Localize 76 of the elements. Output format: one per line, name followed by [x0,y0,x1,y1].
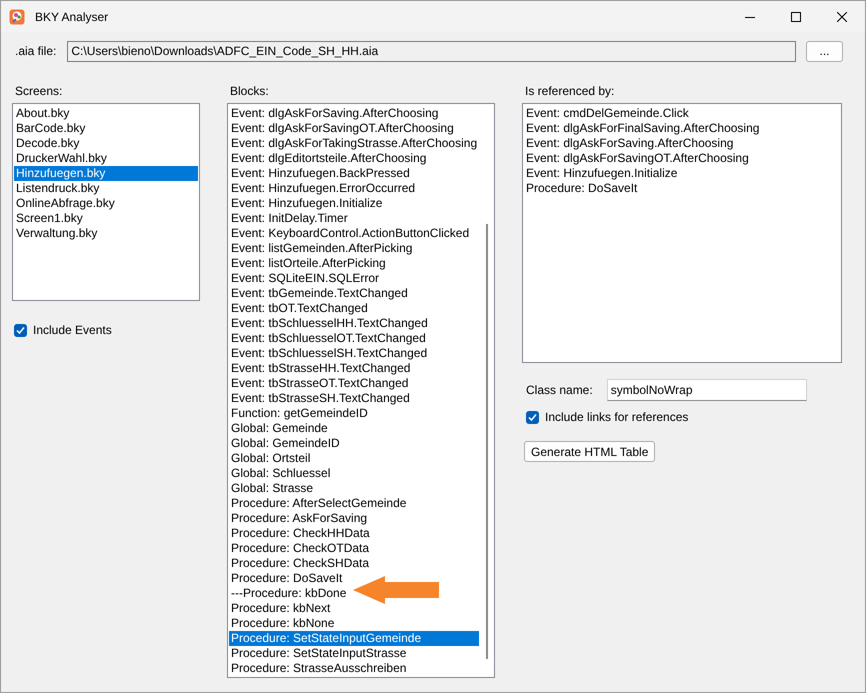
list-item[interactable]: Verwaltung.bky [14,226,198,241]
scrollbar-thumb[interactable] [486,224,488,659]
list-item[interactable]: Event: listOrteile.AfterPicking [229,256,480,271]
list-item[interactable]: Global: Gemeinde [229,421,480,436]
list-item[interactable]: OnlineAbfrage.bky [14,196,198,211]
generate-button[interactable]: Generate HTML Table [524,441,656,462]
list-item[interactable]: Event: Hinzufuegen.BackPressed [229,166,480,181]
list-item[interactable]: Event: KeyboardControl.ActionButtonClicked [229,226,480,241]
list-item[interactable]: Procedure: DoSaveIt [229,571,480,586]
list-item[interactable]: Event: tbStrasseSH.TextChanged [229,391,480,406]
list-item[interactable]: Global: Schluessel [229,466,480,481]
list-item[interactable]: Function: getGemeindeID [229,406,480,421]
list-item[interactable]: Decode.bky [14,136,198,151]
checkbox-label: Include links for references [545,410,688,424]
list-item[interactable]: Event: tbSchluesselHH.TextChanged [229,316,480,331]
checkbox[interactable] [526,410,539,424]
list-item[interactable]: Event: listGemeinden.AfterPicking [229,241,480,256]
list-item[interactable]: Event: tbSchluesselSH.TextChanged [229,346,480,361]
section-label: Screens: [15,84,64,100]
list-item[interactable]: BarCode.bky [14,121,198,136]
list-item[interactable]: Event: dlgAskForSaving.AfterChoosing [229,106,480,121]
list-item[interactable]: Event: dlgAskForTakingStrasse.AfterChoosing [229,136,480,151]
list-item[interactable]: Event: dlgEditortsteile.AfterChoosing [229,151,480,166]
list-item[interactable]: Procedure: kbNext [229,601,480,616]
list-item[interactable]: Listendruck.bky [14,181,198,196]
class-name-field[interactable]: symbolNoWrap [606,379,807,401]
list-item[interactable]: Procedure: CheckHHData [229,526,480,541]
list-item[interactable]: Event: dlgAskForSaving.AfterChoosing [524,136,840,151]
list-item[interactable]: Event: tbStrasseHH.TextChanged [229,361,480,376]
list-item[interactable]: Procedure: SetStateInputStrasse [229,646,480,661]
list-item[interactable]: Event: tbOT.TextChanged [229,301,480,316]
list-item[interactable]: Screen1.bky [14,211,198,226]
list-item[interactable]: Global: Ortsteil [229,451,480,466]
section-label: Blocks: [230,84,270,100]
file-path-field[interactable]: C:\Users\bieno\Downloads\ADFC_EIN_Code_SH_HH.aia [67,40,796,62]
checkbox-label: Include Events [33,323,112,337]
list-item[interactable]: Procedure: CheckSHData [229,556,480,571]
list-item[interactable]: Global: Strasse [229,481,480,496]
field-label: .aia file: [15,44,56,58]
list-item[interactable]: Event: tbSchluesselOT.TextChanged [229,331,480,346]
list-item[interactable]: Procedure: AfterSelectGemeinde [229,496,480,511]
list-item[interactable]: Procedure: StrasseAusschreiben [229,661,480,676]
list-item[interactable]: Event: Hinzufuegen.Initialize [524,166,840,181]
checkbox[interactable] [14,324,27,336]
list-box[interactable]: Event: cmdDelGemeinde.Click Event: dlgAskForFinalSaving.AfterChoosing Event: dlgAskForSaving.AfterChoosing Event: dlgAskForSavingOT.AfterChoosing Event: Hinzufuegen.Initialize Procedure: DoSaveIt [522,103,842,363]
close-icon [837,12,847,22]
app-icon [9,8,25,24]
list-item[interactable]: DruckerWahl.bky [14,151,198,166]
list-item[interactable]: Procedure: kbNone [229,616,480,631]
list-item[interactable]: Event: dlgAskForSavingOT.AfterChoosing [524,151,840,166]
checkmark-icon [16,326,25,334]
list-item[interactable]: Hinzufuegen.bky [14,166,198,181]
list-item[interactable]: Event: dlgAskForSavingOT.AfterChoosing [229,121,480,136]
list-item[interactable]: Event: SQLiteEIN.SQLError [229,271,480,286]
list-item[interactable]: Event: InitDelay.Timer [229,211,480,226]
list-box[interactable] [227,103,495,678]
list-item[interactable]: Event: cmdDelGemeinde.Click [524,106,840,121]
checkmark-icon [528,412,537,422]
list-item[interactable]: Procedure: CheckOTData [229,541,480,556]
browse-button[interactable]: ... [806,40,843,62]
list-item[interactable]: ---Procedure: kbDone [229,586,480,601]
list-item[interactable]: Procedure: SetStateInputGemeinde [229,631,480,646]
list-item[interactable]: Event: tbStrasseOT.TextChanged [229,376,480,391]
window-title: BKY Analyser [35,10,110,24]
list-item[interactable]: Procedure: AskForSaving [229,511,480,526]
list-item[interactable]: Global: GemeindeID [229,436,480,451]
list-item[interactable]: Event: Hinzufuegen.ErrorOccurred [229,181,480,196]
list-item[interactable]: Event: tbGemeinde.TextChanged [229,286,480,301]
list-item[interactable]: About.bky [14,106,198,121]
field-label: Class name: [526,383,593,397]
list-item[interactable]: Event: dlgAskForFinalSaving.AfterChoosing [524,121,840,136]
list-item[interactable]: Event: Hinzufuegen.Initialize [229,196,480,211]
list-item[interactable]: Procedure: DoSaveIt [524,181,840,196]
section-label: Is referenced by: [525,84,616,100]
list-box[interactable]: About.bky BarCode.bky Decode.bky DruckerWahl.bky Hinzufuegen.bky Listendruck.bky OnlineAbfrage.bky Screen1.bky Verwaltung.bky [12,103,200,301]
maximize-icon [791,12,801,22]
